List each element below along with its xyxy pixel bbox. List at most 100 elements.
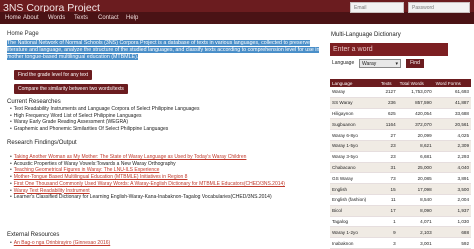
value-cell: 3,891 xyxy=(433,172,471,185)
list-item: Text Readability Instruments and Languag… xyxy=(10,106,200,113)
table-row: Chabacano 31 25,000 4,040 xyxy=(330,162,471,174)
value-cell: 9 xyxy=(378,226,398,239)
compare-similarity-button[interactable]: Compare the similarity between two words… xyxy=(14,84,128,94)
value-cell: 1164 xyxy=(378,118,398,131)
value-cell: 20,085 xyxy=(397,172,434,185)
current-researches-list: Text Readability Instruments and Languag… xyxy=(10,106,200,133)
language-cell[interactable]: Tagalog xyxy=(330,216,379,228)
dictionary-title: Multi-Language Dictionary xyxy=(331,32,401,38)
language-cell[interactable]: Waray 3-5yo xyxy=(330,151,379,163)
value-cell: 688 xyxy=(433,226,471,239)
language-cell[interactable]: SS Waray xyxy=(330,97,379,109)
table-row: Hiligaynon 625 420,054 33,688 xyxy=(330,108,471,120)
table-row: Waray 3-5yo 23 6,681 2,293 xyxy=(330,151,471,163)
find-button[interactable]: Find xyxy=(406,59,424,68)
col-header[interactable]: Texts xyxy=(378,79,398,87)
value-cell: 20,099 xyxy=(397,129,434,141)
language-cell[interactable]: Inabaknon xyxy=(330,237,379,249)
value-cell: 33,688 xyxy=(433,108,471,120)
value-cell: 1,753,070 xyxy=(397,87,434,98)
table-row: SS Waray 236 857,590 41,887 xyxy=(330,97,471,109)
table-row: Bicol 17 8,090 1,937 xyxy=(330,205,471,217)
findings-list: Taking Another Woman as My Mother: The S… xyxy=(10,154,310,201)
value-cell: 857,590 xyxy=(397,97,434,109)
value-cell: 3,001 xyxy=(397,237,434,249)
table-row: GS Waray 73 20,085 3,891 xyxy=(330,172,471,185)
external-list: An Bag-o nga Orinbirayiro (Ginnesao 2016… xyxy=(10,240,110,247)
list-item: Graphemic and Phonemic Similarities Of S… xyxy=(10,126,199,133)
language-cell[interactable]: Hiligaynon xyxy=(330,108,379,120)
language-cell[interactable]: Bicol xyxy=(330,205,379,217)
nav-help[interactable]: Help xyxy=(123,12,141,24)
nav-about[interactable]: About xyxy=(20,12,42,24)
grade-level-button[interactable]: Find the grade level for any text xyxy=(14,70,93,80)
list-item[interactable]: First One Thousand Commonly Used Waray W… xyxy=(10,181,310,188)
value-cell: 236 xyxy=(378,97,398,109)
table-row: Inabaknon 3 3,001 592 xyxy=(330,237,471,249)
value-cell: 8,621 xyxy=(397,140,434,152)
list-item[interactable]: Taking Another Woman as My Mother: The S… xyxy=(10,154,310,161)
list-item[interactable]: Waray Text Readability Instrument xyxy=(10,188,310,195)
value-cell: 372,070 xyxy=(397,118,434,131)
list-item: High Frequency Word List of Select Phili… xyxy=(10,113,199,120)
intro-text: The National Network of Normal Schools (… xyxy=(7,40,322,61)
col-header[interactable]: Total Words xyxy=(397,79,434,87)
value-cell: 73 xyxy=(378,172,398,185)
nav-words[interactable]: Words xyxy=(45,12,68,24)
external-resources-heading: External Resources xyxy=(7,232,60,238)
value-cell: 1,030 xyxy=(433,216,471,228)
table-row: Waray 2127 1,753,070 61,693 xyxy=(330,87,471,98)
value-cell: 4,071 xyxy=(397,216,434,228)
language-cell[interactable]: Chabacano xyxy=(330,162,379,174)
value-cell: 2,103 xyxy=(397,226,434,239)
table-row: English (fashion) 11 8,540 2,004 xyxy=(330,194,471,206)
language-select[interactable]: Waray ▾ xyxy=(359,59,401,68)
language-cell[interactable]: Sugbuanon xyxy=(330,118,379,131)
list-item[interactable]: Teaching Geometrical Figures in Waray: T… xyxy=(10,167,310,174)
list-item: Learner's Classified Dictionary for Lear… xyxy=(10,194,310,201)
research-findings-heading: Research Findings/Output xyxy=(7,140,77,146)
list-item: Waray Early Grade Reading Assessment (WE… xyxy=(10,119,199,126)
value-cell: 41,887 xyxy=(433,97,471,109)
language-cell[interactable]: English xyxy=(330,183,379,195)
value-cell: 3 xyxy=(378,237,398,249)
language-cell[interactable]: Waray 6-8yo xyxy=(330,129,379,141)
email-field[interactable]: Email xyxy=(350,2,404,13)
value-cell: 1 xyxy=(378,216,398,228)
value-cell: 625 xyxy=(378,108,398,120)
list-item[interactable]: Mother-Tongue Based Multilingual Educati… xyxy=(10,174,310,181)
value-cell: 4,025 xyxy=(433,129,471,141)
nav-contact[interactable]: Contact xyxy=(95,12,122,24)
col-header[interactable]: Word Forms xyxy=(433,79,471,87)
list-item[interactable]: An Bag-o nga Orinbirayiro (Ginnesao 2016… xyxy=(10,240,110,247)
language-label: Language xyxy=(332,60,355,66)
nav-texts[interactable]: Texts xyxy=(71,12,91,24)
value-cell: 31 xyxy=(378,162,398,174)
table-row: Waray 1-2yo 9 2,103 688 xyxy=(330,226,471,239)
language-cell[interactable]: English (fashion) xyxy=(330,194,379,206)
search-input[interactable]: Enter a word xyxy=(330,43,448,56)
list-item: Acoustic Properties of Waray Vowels:Towa… xyxy=(10,161,310,168)
password-field[interactable]: Password xyxy=(408,2,470,13)
value-cell: 6,681 xyxy=(397,151,434,163)
language-cell[interactable]: GS Waray xyxy=(330,172,379,185)
value-cell: 2,004 xyxy=(433,194,471,206)
table-row: Waray 1-5yo 23 8,621 2,309 xyxy=(330,140,471,152)
col-header[interactable]: Language xyxy=(330,79,379,87)
value-cell: 61,693 xyxy=(433,87,471,98)
language-cell[interactable]: Waray 1-5yo xyxy=(330,140,379,152)
nav-bar: Home About Words Texts Contact Help xyxy=(0,12,474,24)
page-title: Home Page xyxy=(7,31,39,37)
value-cell: 2127 xyxy=(378,87,398,98)
value-cell: 2,309 xyxy=(433,140,471,152)
language-stats-table: Language Texts Total Words Word Forms Wa… xyxy=(330,79,471,249)
language-cell[interactable]: Waray xyxy=(330,87,379,98)
value-cell: 2,293 xyxy=(433,151,471,163)
value-cell: 23 xyxy=(378,140,398,152)
value-cell: 20,561 xyxy=(433,118,471,131)
value-cell: 15 xyxy=(378,183,398,195)
value-cell: 3,500 xyxy=(433,183,471,195)
language-cell[interactable]: Waray 1-2yo xyxy=(330,226,379,239)
value-cell: 1,937 xyxy=(433,205,471,217)
value-cell: 8,090 xyxy=(397,205,434,217)
